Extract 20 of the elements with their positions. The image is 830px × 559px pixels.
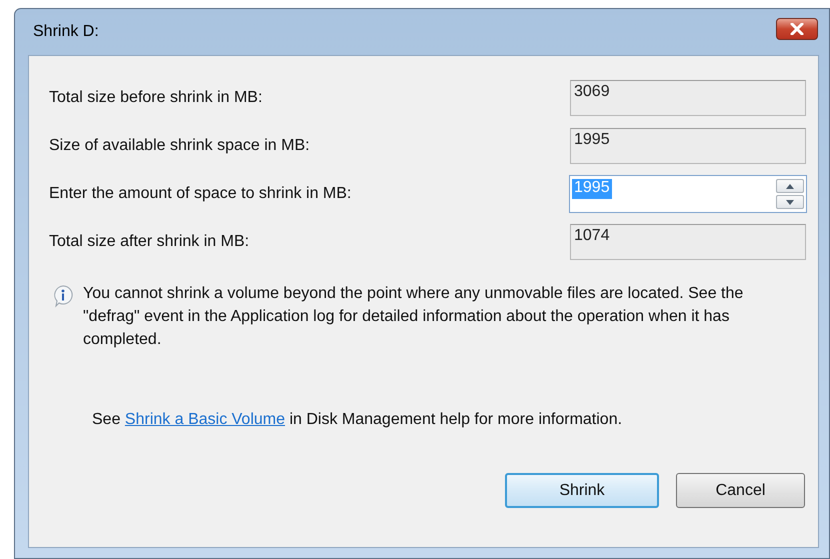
readonly-field: 1074 <box>570 224 806 260</box>
down-arrow-icon <box>786 200 794 204</box>
cancel-button[interactable]: Cancel <box>676 473 805 508</box>
up-arrow-icon <box>786 184 794 188</box>
field-label: Total size before shrink in MB: <box>49 89 262 107</box>
info-message: You cannot shrink a volume beyond the point where any unmovable files are located. See the "defrag" event in the Application log for detailed information about the operation when it has completed. <box>83 284 744 350</box>
close-button[interactable] <box>776 18 818 40</box>
readonly-field: 3069 <box>570 80 806 116</box>
spin-down-button[interactable] <box>776 195 804 209</box>
window-title: Shrink D: <box>32 23 99 41</box>
shrink-button[interactable]: Shrink <box>505 473 659 508</box>
help-text: See Shrink a Basic Volume in Disk Management help for more information. <box>92 411 624 429</box>
spin-up-button[interactable] <box>776 179 804 193</box>
field-label: Enter the amount of space to shrink in MB: <box>49 185 352 203</box>
close-icon <box>789 23 805 35</box>
info-icon <box>51 284 75 308</box>
field-label: Total size after shrink in MB: <box>49 233 250 251</box>
help-link[interactable]: Shrink a Basic Volume <box>124 411 285 428</box>
field-label: Size of available shrink space in MB: <box>49 137 310 155</box>
readonly-field: 1995 <box>570 128 806 164</box>
